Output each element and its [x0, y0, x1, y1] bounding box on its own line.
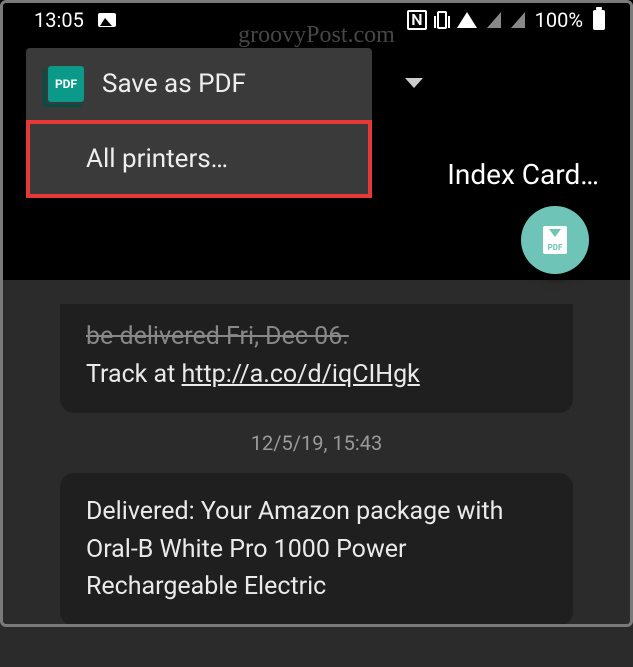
printer-dropdown: PDF Save as PDF All printers… [26, 48, 372, 198]
battery-percent: 100% [535, 8, 583, 32]
message-text: Delivered: Your Amazon package with Oral… [86, 497, 503, 601]
nfc-icon: N [407, 10, 426, 30]
all-printers-label: All printers… [86, 144, 228, 174]
sim1-icon [487, 12, 501, 28]
battery-icon [593, 10, 605, 30]
status-time: 13:05 [34, 8, 84, 32]
message-bubble: be delivered Fri, Dec 06. Track at http:… [60, 304, 573, 413]
sim2-icon [511, 12, 525, 28]
message-timestamp: 12/5/19, 15:43 [60, 431, 573, 455]
message-line-clipped: be delivered Fri, Dec 06. [86, 318, 547, 356]
download-pdf-fab[interactable] [521, 206, 589, 274]
save-as-pdf-option[interactable]: PDF Save as PDF [26, 48, 372, 120]
wifi-icon [457, 12, 477, 28]
all-printers-option[interactable]: All printers… [26, 120, 372, 198]
vibrate-icon [437, 11, 447, 29]
status-bar: 13:05 N 100% [0, 0, 633, 40]
save-as-pdf-label: Save as PDF [102, 69, 246, 99]
pdf-icon: PDF [48, 66, 84, 102]
download-pdf-icon [543, 226, 567, 254]
paper-size-selector[interactable]: Index Card… [447, 158, 599, 191]
message-bubble: Delivered: Your Amazon package with Oral… [60, 473, 573, 626]
print-preview[interactable]: be delivered Fri, Dec 06. Track at http:… [0, 280, 633, 667]
message-text: Track at [86, 360, 182, 389]
print-options-header: Index Card… PDF Save as PDF All printers… [0, 40, 633, 240]
image-icon [98, 13, 116, 27]
tracking-link[interactable]: http://a.co/d/iqCIHgk [182, 360, 420, 389]
chevron-down-icon[interactable] [405, 78, 423, 88]
